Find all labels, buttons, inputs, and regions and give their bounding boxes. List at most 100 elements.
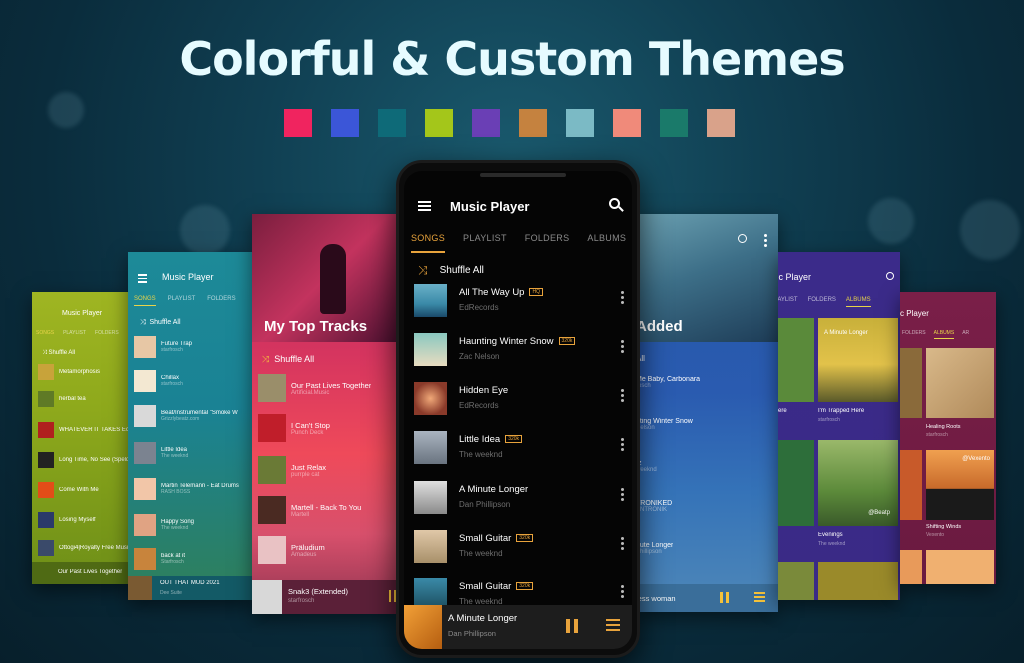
tab-albums[interactable]: ALBUMS xyxy=(845,297,871,307)
mini-player[interactable]: Snak3 (Extended) starfrosch xyxy=(252,580,400,614)
list-item[interactable]: Ottogi4|Royalty Free Music xyxy=(38,540,128,556)
list-item[interactable]: Future Trap starfrosch xyxy=(134,336,248,358)
album-cover[interactable] xyxy=(926,348,994,418)
more-icon[interactable] xyxy=(621,585,625,600)
album-cover[interactable]: A Minute Longer xyxy=(818,318,898,402)
more-icon[interactable] xyxy=(621,537,625,552)
mini-player[interactable]: less woman xyxy=(636,584,778,612)
swatch[interactable] xyxy=(566,109,594,137)
more-icon[interactable] xyxy=(621,389,625,404)
tab-artists[interactable]: AR xyxy=(962,330,969,339)
album-cover[interactable] xyxy=(818,562,898,600)
swatch[interactable] xyxy=(613,109,641,137)
list-item[interactable]: Little Idea The weeknd xyxy=(134,442,248,464)
tab-folders[interactable]: FOLDERS xyxy=(525,233,570,253)
album-title: ere xyxy=(778,408,787,414)
tab-playlist[interactable]: PLAYLIST xyxy=(63,330,86,336)
swatch[interactable] xyxy=(331,109,359,137)
song-title[interactable]: TRONIKED xyxy=(636,500,672,507)
shuffle-all[interactable]: ⤨ Shuffle All xyxy=(42,350,75,357)
song-title[interactable]: Me Baby, Carbonara xyxy=(636,376,700,383)
list-item[interactable]: Come With Me xyxy=(38,482,128,498)
album-cover[interactable]: @Beatp xyxy=(818,440,898,526)
album-artist: starfrosch xyxy=(818,417,840,423)
album-art xyxy=(258,496,286,524)
song-row[interactable]: All The Way Up HQ EdRecords xyxy=(414,281,629,321)
album-cover[interactable] xyxy=(778,562,814,600)
pause-icon[interactable] xyxy=(720,592,729,603)
list-item[interactable]: Metamorphosis xyxy=(38,364,128,380)
more-icon[interactable] xyxy=(621,488,625,503)
list-item[interactable]: Happy Song The weeknd xyxy=(134,514,248,536)
swatch[interactable] xyxy=(472,109,500,137)
song-row[interactable]: A Minute Longer Dan Phillipson xyxy=(414,478,629,518)
tab-playlist[interactable]: LAYLIST xyxy=(778,297,798,307)
tab-folders[interactable]: FOLDERS xyxy=(902,330,926,339)
song-title[interactable]: nute Longer xyxy=(636,542,673,549)
song-title: Little Idea xyxy=(459,434,501,445)
more-icon[interactable] xyxy=(621,438,625,453)
list-item[interactable]: back at it Starfrosch xyxy=(134,548,248,570)
swatch[interactable] xyxy=(378,109,406,137)
menu-icon[interactable] xyxy=(418,201,431,213)
more-icon[interactable] xyxy=(621,340,625,355)
search-icon[interactable] xyxy=(609,198,620,209)
search-icon[interactable] xyxy=(738,234,747,243)
song-row[interactable]: Little Idea 320k The weeknd xyxy=(414,428,629,468)
list-item[interactable]: herbal tea xyxy=(38,391,128,407)
menu-icon[interactable] xyxy=(138,274,147,283)
list-item[interactable]: Chillax starfrosch xyxy=(134,370,248,392)
tab-playlist[interactable]: PLAYLIST xyxy=(463,233,507,253)
tab-songs[interactable]: SONGS xyxy=(134,296,156,306)
pause-icon[interactable] xyxy=(389,590,396,602)
album-cover[interactable] xyxy=(900,450,922,520)
list-item[interactable]: Beat/Instrumental "Smoke W Grizzlybeatz.c… xyxy=(134,405,248,427)
shuffle-all-button[interactable]: ⤨ Shuffle All xyxy=(418,263,484,278)
list-item[interactable]: Martell - Back To You Martell xyxy=(258,496,396,524)
album-art xyxy=(258,536,286,564)
song-row[interactable]: Small Guitar 320k The weeknd xyxy=(414,527,629,567)
song-title[interactable]: nting Winter Snow xyxy=(636,418,693,425)
swatch[interactable] xyxy=(519,109,547,137)
list-item[interactable]: Just Relax purrple cat xyxy=(258,456,396,484)
swatch[interactable] xyxy=(425,109,453,137)
swatch[interactable] xyxy=(707,109,735,137)
list-item[interactable]: Long Time, No See (Speld xyxy=(38,452,128,468)
mini-player[interactable]: OUT THAT MUD 2021 Dee Suite xyxy=(128,576,252,600)
song-row[interactable]: Haunting Winter Snow 320k Zac Nelson xyxy=(414,330,629,370)
list-item[interactable]: I Can't Stop Punch Deck xyxy=(258,414,396,442)
list-item[interactable]: Martin Telemann - Eat Drums RASH BOSS xyxy=(134,478,248,500)
mini-player[interactable]: A Minute Longer Dan Phillipson xyxy=(404,605,632,649)
list-item[interactable]: Losing Myself xyxy=(38,512,128,528)
tab-folders[interactable]: FOLDERS xyxy=(95,330,119,336)
queue-icon[interactable] xyxy=(754,592,765,602)
album-cover[interactable] xyxy=(900,348,922,418)
album-cover[interactable] xyxy=(778,318,814,402)
tab-folders[interactable]: FOLDERS xyxy=(207,296,235,306)
more-icon[interactable] xyxy=(621,291,625,306)
song-row[interactable]: Hidden Eye EdRecords xyxy=(414,379,629,419)
tab-playlist[interactable]: PLAYLIST xyxy=(168,296,196,306)
tab-songs[interactable]: SONGS xyxy=(411,233,446,253)
swatch[interactable] xyxy=(284,109,312,137)
pause-icon[interactable] xyxy=(566,619,578,633)
list-item[interactable]: WHATEVER IT TAKES Ecoh xyxy=(38,422,128,438)
album-cover[interactable] xyxy=(778,440,814,526)
album-cover[interactable]: @Vexento xyxy=(926,450,994,520)
album-cover[interactable] xyxy=(900,550,922,584)
shuffle-all[interactable]: ⤨ Shuffle All xyxy=(262,354,314,365)
search-icon[interactable] xyxy=(886,272,894,280)
swatch[interactable] xyxy=(660,109,688,137)
mini-player[interactable]: Our Past Lives Together xyxy=(32,562,132,584)
list-item[interactable]: Our Past Lives Together Artificial.Music xyxy=(258,374,396,402)
album-cover[interactable] xyxy=(926,550,994,584)
song-artist: The weeknd xyxy=(161,453,189,459)
more-icon[interactable] xyxy=(764,234,767,247)
tab-songs[interactable]: SONGS xyxy=(36,330,54,336)
tab-albums[interactable]: ALBUMS xyxy=(933,330,955,339)
tab-albums[interactable]: ALBUMS xyxy=(587,233,626,253)
list-item[interactable]: Präludium Amadeus xyxy=(258,536,396,564)
tab-folders[interactable]: FOLDERS xyxy=(808,297,836,307)
queue-icon[interactable] xyxy=(606,619,620,633)
shuffle-all[interactable]: ⤨ Shuffle All xyxy=(140,319,181,327)
